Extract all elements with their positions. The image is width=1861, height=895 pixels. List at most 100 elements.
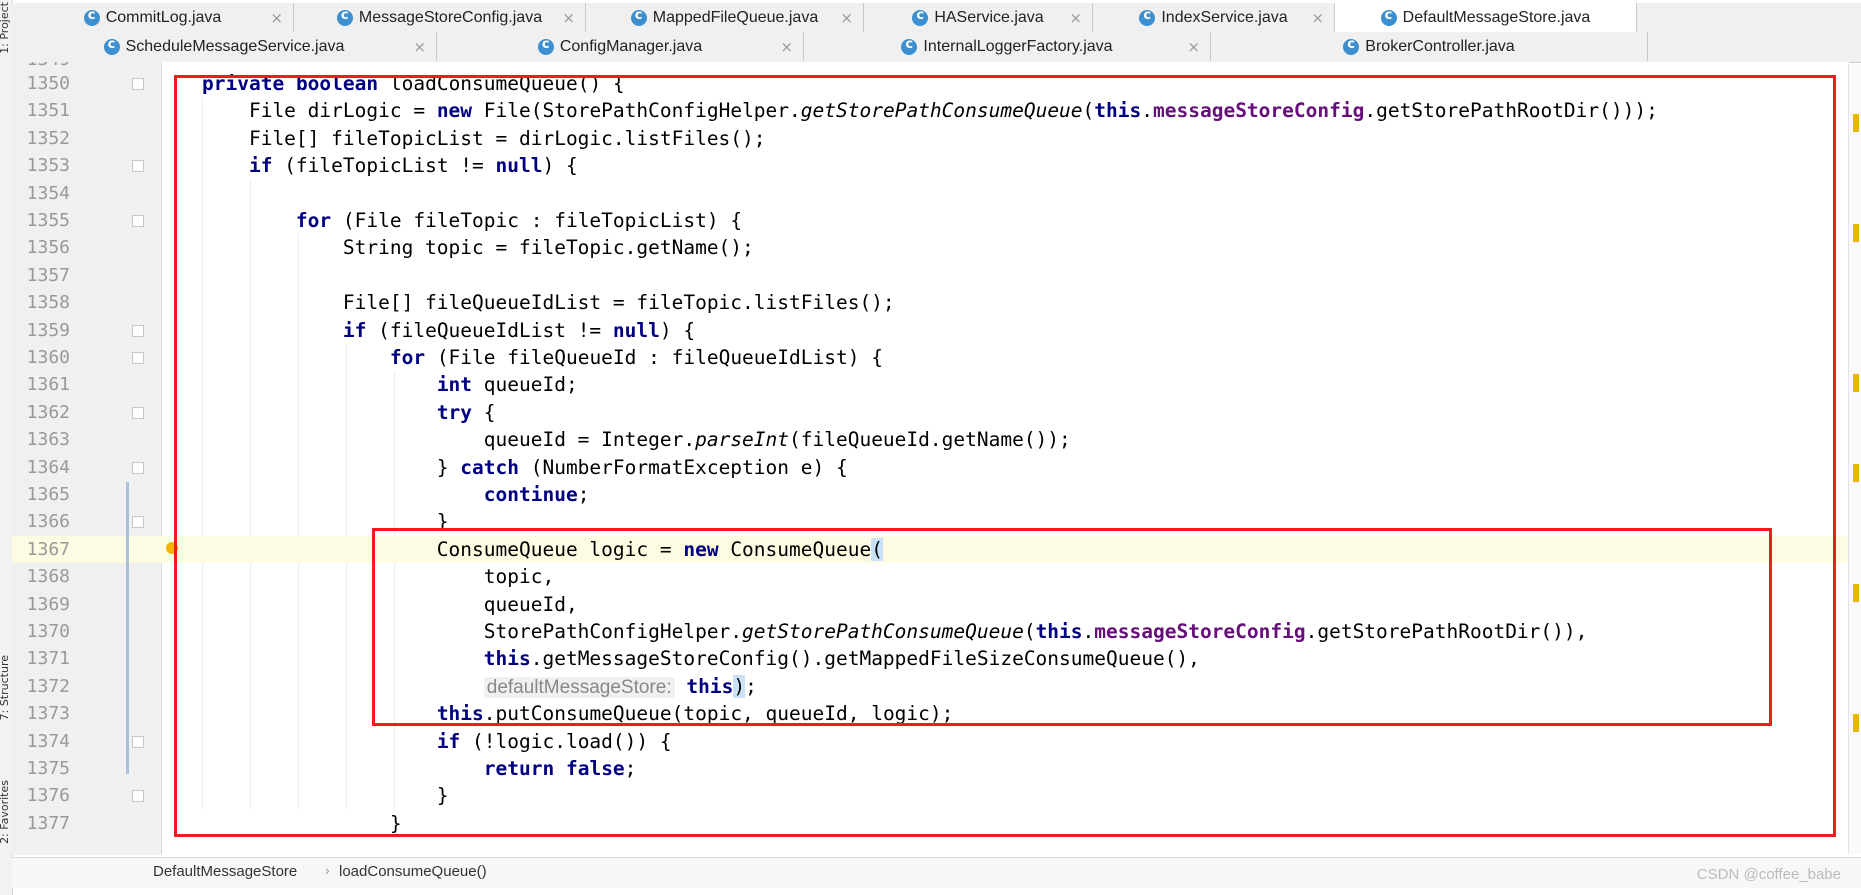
tab-messagestoreconfig[interactable]: MessageStoreConfig.java × <box>294 3 586 32</box>
fold-marker-icon[interactable] <box>132 78 144 90</box>
code-line[interactable]: 1361 int queueId; <box>12 371 1849 398</box>
tab-label: BrokerController.java <box>1365 37 1515 55</box>
code-line[interactable]: 1373 this.putConsumeQueue(topic, queueId… <box>12 700 1849 727</box>
code-token: File[] fileQueueIdList = fileTopic.listF… <box>202 291 895 315</box>
code-line[interactable]: 1350 private boolean loadConsumeQueue() { <box>12 70 1849 97</box>
close-tab-icon[interactable]: × <box>1311 9 1324 27</box>
fold-marker-icon[interactable] <box>132 406 144 419</box>
code-token: queueId; <box>472 373 578 397</box>
code-line[interactable]: 1374 if (!logic.load()) { <box>12 728 1849 755</box>
code-line[interactable]: 1371 this.getMessageStoreConfig().getMap… <box>12 645 1849 672</box>
code-line[interactable]: 1364 } catch (NumberFormatException e) { <box>12 454 1849 481</box>
code-text: this.putConsumeQueue(topic, queueId, log… <box>202 700 954 727</box>
fold-marker-icon[interactable] <box>132 215 144 227</box>
line-number: 1358 <box>26 292 70 314</box>
favorites-tool-button[interactable]: 2: Favorites <box>0 780 12 844</box>
tab-internalloggerfactory[interactable]: InternalLoggerFactory.java × <box>804 32 1211 61</box>
fold-marker-icon[interactable] <box>132 790 144 803</box>
code-token: catch <box>460 455 519 479</box>
code-line[interactable]: 1354 <box>12 180 1849 207</box>
code-line[interactable]: 1377 } <box>12 810 1849 837</box>
code-line[interactable]: 1351 File dirLogic = new File(StorePathC… <box>12 97 1849 124</box>
code-line[interactable]: 1369 queueId, <box>12 591 1849 618</box>
fold-marker-icon[interactable] <box>132 735 144 748</box>
code-line[interactable]: 1375 return false; <box>12 755 1849 782</box>
line-number: 1366 <box>26 511 70 533</box>
close-tab-icon[interactable]: × <box>562 9 575 27</box>
code-token: if <box>248 154 273 178</box>
tab-haservice[interactable]: HAService.java × <box>864 3 1093 32</box>
code-text: ConsumeQueue logic = new ConsumeQueue( <box>202 536 883 563</box>
code-text: for (File fileQueueId : fileQueueIdList)… <box>202 344 883 371</box>
line-number: 1367 <box>26 538 70 560</box>
code-line[interactable]: 1363 queueId = Integer.parseInt(fileQueu… <box>12 426 1849 453</box>
code-line[interactable]: 1353 if (fileTopicList != null) { <box>12 152 1849 179</box>
fold-marker-icon[interactable] <box>132 516 144 529</box>
fold-marker-icon[interactable] <box>132 461 144 474</box>
breadcrumb-method[interactable]: loadConsumeQueue() <box>339 863 487 880</box>
close-tab-icon[interactable]: × <box>1187 38 1200 56</box>
warning-marker[interactable] <box>1853 224 1859 242</box>
breadcrumb-class[interactable]: DefaultMessageStore <box>153 863 297 880</box>
close-tab-icon[interactable]: × <box>780 38 793 56</box>
java-class-icon <box>1380 8 1397 26</box>
structure-tool-button[interactable]: 7: Structure <box>0 655 12 720</box>
warning-marker[interactable] <box>1853 714 1859 732</box>
code-editor[interactable]: 1349 1350private boolean loadConsumeQueu… <box>12 62 1849 855</box>
code-line[interactable]: 1365 continue; <box>12 481 1849 508</box>
code-line[interactable]: 1358 File[] fileQueueIdList = fileTopic.… <box>12 289 1849 316</box>
tab-commitlog[interactable]: CommitLog.java × <box>12 3 294 32</box>
code-line[interactable]: 1357 <box>12 262 1849 289</box>
fold-marker-icon[interactable] <box>132 324 144 337</box>
line-number: 1356 <box>26 237 70 259</box>
close-tab-icon[interactable]: × <box>840 9 853 27</box>
tab-defaultmessagestore[interactable]: DefaultMessageStore.java <box>1335 3 1637 32</box>
tab-brokercontroller[interactable]: BrokerController.java <box>1211 32 1648 61</box>
code-line[interactable]: 1376 } <box>12 782 1849 809</box>
line-number: 1370 <box>26 621 70 642</box>
tab-indexservice[interactable]: IndexService.java × <box>1093 3 1335 32</box>
code-line[interactable]: 1359 if (fileQueueIdList != null) { <box>12 317 1849 344</box>
fold-marker-icon[interactable] <box>132 352 144 364</box>
code-line[interactable]: 1370 StorePathConfigHelper.getStorePathC… <box>12 618 1849 645</box>
close-tab-icon[interactable]: × <box>270 9 283 27</box>
vcs-change-marker[interactable] <box>126 482 129 774</box>
warning-marker[interactable] <box>1853 584 1859 602</box>
code-token: this <box>483 647 531 671</box>
code-line[interactable]: 1367 ConsumeQueue logic = new ConsumeQue… <box>12 535 1849 564</box>
code-line[interactable]: 1352 File[] fileTopicList = dirLogic.lis… <box>12 125 1849 152</box>
code-token: } <box>202 455 461 479</box>
warning-marker[interactable] <box>1853 114 1859 132</box>
intention-bulb-icon[interactable] <box>166 541 178 554</box>
code-token: ( <box>1023 620 1036 643</box>
code-line[interactable]: 1372 defaultMessageStore: this); <box>12 673 1849 700</box>
fold-marker-icon[interactable] <box>132 160 144 173</box>
code-text: if (fileQueueIdList != null) { <box>202 317 695 344</box>
code-text: } <box>202 782 449 809</box>
code-line[interactable]: 1368 topic, <box>12 563 1849 590</box>
tab-label: MessageStoreConfig.java <box>358 8 543 26</box>
code-token: try <box>436 400 473 424</box>
tab-label: MappedFileQueue.java <box>652 8 819 26</box>
code-token: int <box>436 373 473 397</box>
code-text: } catch (NumberFormatException e) { <box>202 454 848 481</box>
warning-marker[interactable] <box>1853 464 1859 482</box>
close-tab-icon[interactable]: × <box>1069 9 1082 27</box>
warning-marker[interactable] <box>1853 374 1859 392</box>
code-line[interactable]: 1360 for (File fileQueueId : fileQueueId… <box>12 344 1849 371</box>
code-token: messageStoreConfig <box>1094 620 1306 643</box>
code-line[interactable]: 1362 try { <box>12 399 1849 426</box>
tab-configmanager[interactable]: ConfigManager.java × <box>437 32 804 61</box>
error-stripe[interactable] <box>1848 64 1861 854</box>
code-line[interactable]: 1356 String topic = fileTopic.getName(); <box>12 234 1849 261</box>
tab-schedulemessageservice[interactable]: ScheduleMessageService.java × <box>12 32 437 61</box>
code-line[interactable]: 1366 } <box>12 508 1849 535</box>
line-number: 1364 <box>26 456 70 478</box>
tab-mappedfilequeue[interactable]: MappedFileQueue.java × <box>586 3 864 32</box>
code-line[interactable]: 1355 for (File fileTopic : fileTopicList… <box>12 207 1849 234</box>
close-tab-icon[interactable]: × <box>413 38 426 56</box>
project-tool-button[interactable]: 1: Project <box>0 2 12 54</box>
